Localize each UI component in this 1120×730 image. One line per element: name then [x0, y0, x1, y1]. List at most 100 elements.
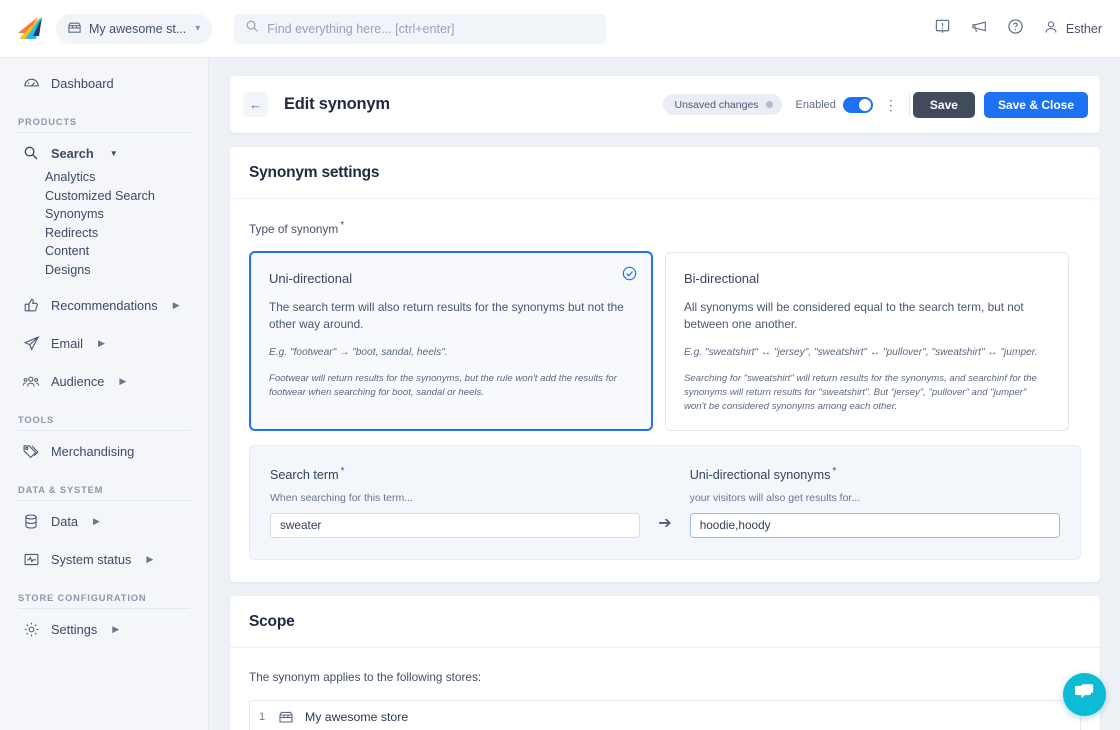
- sidebar-item-email[interactable]: Email ▶: [0, 328, 208, 358]
- type-note: Searching for "sweatshirt" will return r…: [684, 372, 1048, 415]
- section-title: Synonym settings: [249, 164, 1077, 182]
- type-description: The search term will also return results…: [269, 299, 631, 333]
- store-selector[interactable]: My awesome st... ▾: [56, 14, 212, 44]
- gear-icon: [22, 620, 40, 638]
- back-button[interactable]: ←: [243, 92, 268, 117]
- synonyms-label-text: Uni-directional synonyms: [690, 469, 831, 483]
- type-of-synonym-label: Type of synonym*: [249, 220, 1081, 236]
- sidebar-item-content[interactable]: Content: [0, 242, 208, 261]
- arrow-left-icon: ←: [249, 97, 262, 112]
- enabled-toggle[interactable]: [843, 97, 873, 113]
- user-menu[interactable]: Esther: [1043, 19, 1102, 38]
- sidebar-item-data[interactable]: Data ▶: [0, 506, 208, 536]
- enabled-label: Enabled: [796, 99, 836, 111]
- chat-launcher-button[interactable]: [1063, 673, 1106, 716]
- table-row[interactable]: 1 My awesome store: [249, 700, 1081, 730]
- help-icon[interactable]: [1007, 18, 1024, 40]
- sidebar-item-dashboard[interactable]: Dashboard: [0, 68, 208, 98]
- app-root: My awesome st... ▾ Find everything here.…: [0, 0, 1120, 730]
- sidebar-item-label: Designs: [45, 263, 91, 277]
- sidebar-item-label: Merchandising: [51, 444, 134, 459]
- sidebar-item-label: Synonyms: [45, 207, 104, 221]
- store-selector-label: My awesome st...: [89, 22, 186, 36]
- sidebar-item-label: Recommendations: [51, 298, 158, 313]
- type-description: All synonyms will be considered equal to…: [684, 299, 1048, 333]
- announcement-icon[interactable]: [970, 18, 988, 40]
- save-and-close-button[interactable]: Save & Close: [984, 92, 1088, 118]
- page-title: Edit synonym: [284, 95, 390, 114]
- sidebar-item-synonyms[interactable]: Synonyms: [0, 205, 208, 224]
- toggle-knob: [859, 99, 871, 111]
- sidebar-item-label: Audience: [51, 374, 104, 389]
- tag-icon: [22, 442, 40, 460]
- divider: [18, 132, 190, 133]
- chevron-down-icon: ▾: [195, 23, 200, 34]
- more-vertical-icon[interactable]: ⋮: [884, 98, 898, 112]
- sidebar-item-label: Settings: [51, 622, 97, 637]
- people-icon: [22, 372, 40, 390]
- user-name: Esther: [1066, 22, 1102, 36]
- section-title: Scope: [249, 613, 1077, 631]
- search-input-placeholder: Find everything here... [ctrl+enter]: [267, 22, 454, 36]
- save-button[interactable]: Save: [913, 92, 975, 118]
- sidebar-item-label: Dashboard: [51, 76, 114, 91]
- page-header: ← Edit synonym Unsaved changes Enabled ⋮…: [230, 76, 1100, 133]
- type-example: E.g. "sweatshirt" ↔ "jersey", "sweatshir…: [684, 346, 1048, 361]
- search-term-label: Search term*: [270, 466, 640, 482]
- sidebar-item-system-status[interactable]: System status ▶: [0, 544, 208, 574]
- chevron-right-icon: ▶: [98, 338, 105, 349]
- dashboard-icon: [22, 74, 40, 92]
- check-circle-icon: [622, 266, 637, 286]
- elastic-path-logo[interactable]: [12, 14, 46, 44]
- sidebar-item-label: Customized Search: [45, 189, 155, 203]
- search-term-group: Search term* When searching for this ter…: [270, 466, 640, 537]
- sidebar-section-store-config-label: STORE CONFIGURATION: [0, 593, 208, 603]
- store-icon: [278, 709, 294, 725]
- sidebar-item-settings[interactable]: Settings ▶: [0, 614, 208, 644]
- store-icon: [67, 20, 82, 38]
- synonym-type-uni-directional[interactable]: Uni-directional The search term will als…: [249, 251, 653, 432]
- search-icon: [245, 19, 259, 38]
- required-marker: *: [341, 466, 345, 477]
- thumbs-up-icon: [22, 296, 40, 314]
- uni-directional-synonyms-group: Uni-directional synonyms* your visitors …: [690, 466, 1060, 537]
- store-name: My awesome store: [305, 710, 408, 724]
- required-marker: *: [340, 220, 344, 231]
- synonym-settings-card: Synonym settings Type of synonym* Uni-di…: [230, 147, 1100, 582]
- status-badge: Unsaved changes: [663, 94, 781, 115]
- feedback-icon[interactable]: [934, 18, 951, 40]
- sidebar-item-label: Analytics: [45, 170, 95, 184]
- search-term-input[interactable]: [270, 513, 640, 538]
- status-badge-label: Unsaved changes: [674, 99, 758, 111]
- required-marker: *: [832, 466, 836, 477]
- sidebar-item-designs[interactable]: Designs: [0, 261, 208, 280]
- sidebar-item-recommendations[interactable]: Recommendations ▶: [0, 290, 208, 320]
- sidebar-item-merchandising[interactable]: Merchandising: [0, 436, 208, 466]
- synonym-type-bi-directional[interactable]: Bi-directional All synonyms will be cons…: [665, 252, 1069, 432]
- row-index: 1: [259, 711, 278, 723]
- chevron-down-icon: ▼: [110, 149, 118, 158]
- sidebar-item-audience[interactable]: Audience ▶: [0, 366, 208, 396]
- sidebar-item-redirects[interactable]: Redirects: [0, 224, 208, 243]
- scope-card: Scope The synonym applies to the followi…: [230, 596, 1100, 730]
- paper-plane-icon: [22, 334, 40, 352]
- global-search[interactable]: Find everything here... [ctrl+enter]: [234, 14, 606, 44]
- type-of-synonym-text: Type of synonym: [249, 222, 338, 236]
- sidebar-item-label: Data: [51, 514, 78, 529]
- sidebar-item-label: Email: [51, 336, 83, 351]
- synonyms-label: Uni-directional synonyms*: [690, 466, 1060, 482]
- sidebar-item-analytics[interactable]: Analytics: [0, 168, 208, 187]
- type-title: Uni-directional: [269, 271, 631, 286]
- sidebar-item-search[interactable]: Search ▼: [0, 138, 208, 168]
- sidebar-section-data-label: DATA & SYSTEM: [0, 485, 208, 495]
- sidebar: Dashboard PRODUCTS Search ▼ Analytics Cu…: [0, 58, 209, 730]
- sidebar-section-tools-label: TOOLS: [0, 415, 208, 425]
- type-title: Bi-directional: [684, 271, 1048, 286]
- chat-bubble-icon: [1074, 682, 1096, 707]
- sidebar-item-customized-search[interactable]: Customized Search: [0, 187, 208, 206]
- synonym-settings-header: Synonym settings: [230, 147, 1100, 199]
- synonyms-input[interactable]: [690, 513, 1060, 538]
- sidebar-item-label: Redirects: [45, 226, 98, 240]
- chevron-right-icon: ▶: [112, 624, 119, 635]
- synonym-settings-body: Type of synonym* Uni-directional The sea…: [230, 199, 1100, 582]
